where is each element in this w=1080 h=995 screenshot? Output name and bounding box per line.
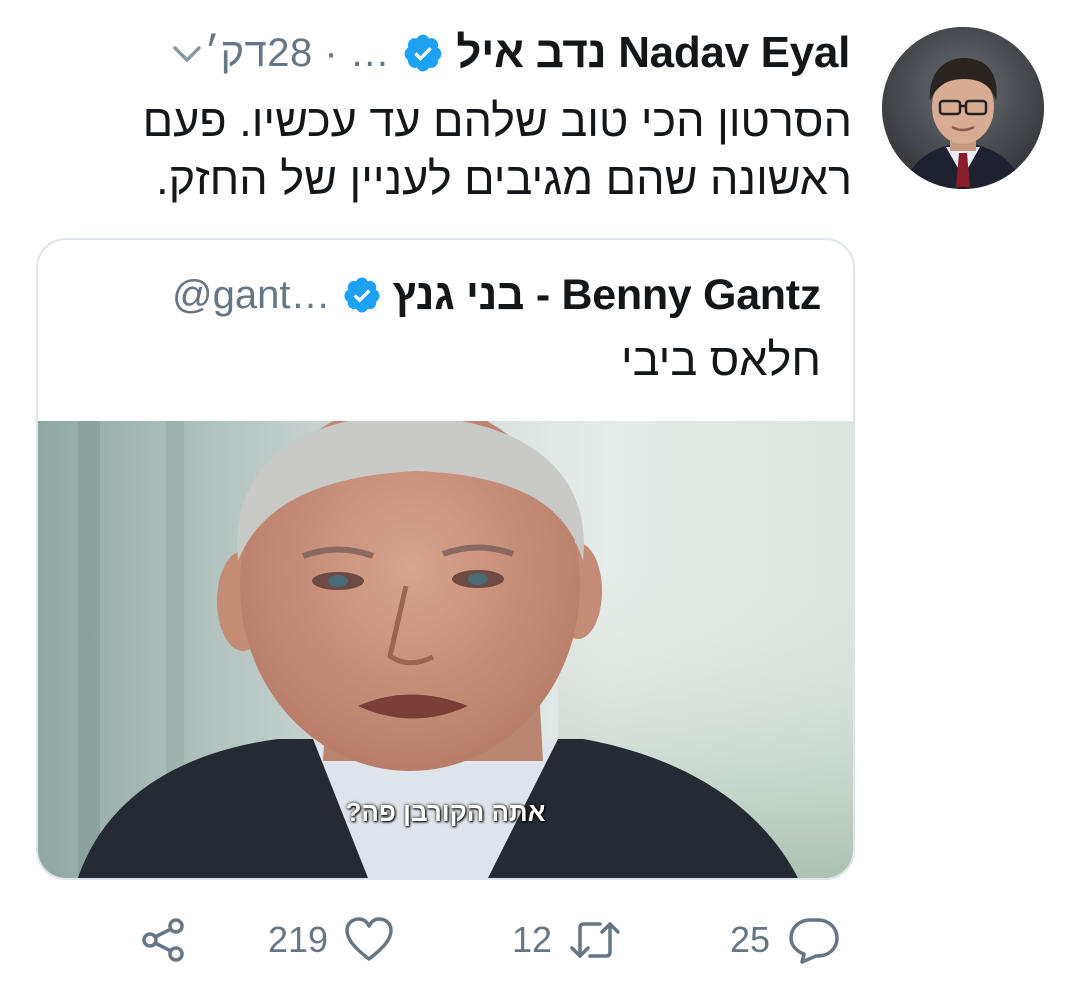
reply-count: 25 (730, 919, 771, 960)
chevron-down-icon[interactable] (169, 35, 205, 71)
quoted-video-thumbnail[interactable]: אתה הקורבן פה? (38, 421, 853, 878)
reply-button[interactable]: 25 (730, 912, 840, 968)
verified-badge-icon (342, 275, 382, 315)
tweet-meta-time: ‏… · 28דק׳ (204, 30, 391, 75)
share-icon (140, 916, 188, 964)
retweet-button[interactable]: 12 (512, 912, 622, 968)
reply-icon (788, 916, 840, 964)
heart-icon (344, 916, 394, 964)
retweet-count: 12 (512, 919, 553, 960)
quoted-tweet-card[interactable]: בני גנץ - Benny Gantz @gant… חלאס ביבי א… (36, 238, 855, 880)
like-count: 219 (268, 919, 329, 960)
like-button[interactable]: 219 (268, 912, 394, 968)
author-display-name[interactable]: נדב איל Nadav Eyal (456, 28, 850, 78)
author-avatar[interactable] (882, 27, 1044, 189)
quoted-author-name: בני גנץ - Benny Gantz (392, 270, 821, 319)
video-subtitle: אתה הקורבן פה? (345, 797, 546, 827)
quoted-tweet-text: חלאס ביבי (620, 334, 821, 385)
tweet-header: נדב איל Nadav Eyal ‏… · 28דק׳ (28, 24, 850, 82)
retweet-icon (568, 918, 622, 962)
share-button[interactable] (140, 912, 188, 968)
verified-badge-icon (402, 32, 444, 74)
tweet-action-bar: 219 12 25 (0, 912, 1080, 968)
quoted-tweet-header: בני גנץ - Benny Gantz @gant… (68, 268, 821, 322)
quoted-author-handle: @gant… (171, 272, 331, 317)
tweet-text: הסרטון הכי טוב שלהם עד עכשיו. פעם ראשונה… (142, 95, 852, 204)
